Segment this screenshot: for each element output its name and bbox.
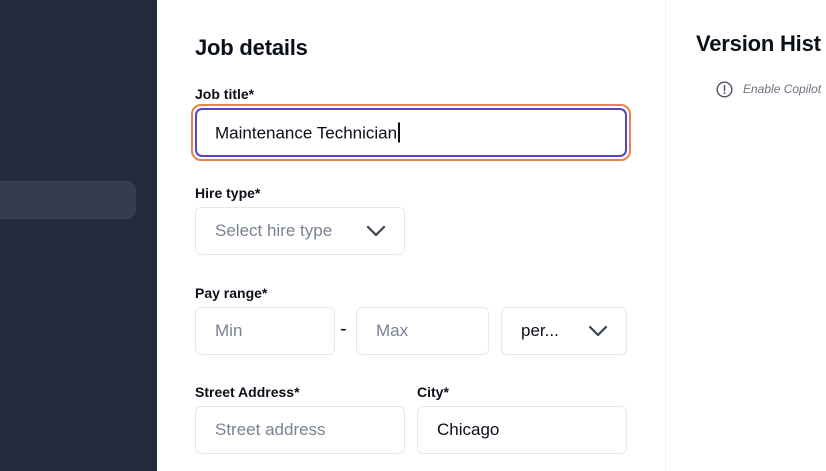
street-address-placeholder: Street address	[215, 420, 326, 439]
hire-type-placeholder: Select hire type	[215, 221, 333, 240]
job-title-input[interactable]: Maintenance Technician	[195, 108, 627, 157]
pay-min-placeholder: Min	[215, 321, 243, 340]
hire-type-select[interactable]: Select hire type	[195, 207, 405, 255]
pay-range-separator: -	[340, 318, 347, 340]
city-label: City*	[417, 384, 449, 400]
street-address-input[interactable]: Street address	[195, 406, 405, 454]
pay-range-label: Pay range*	[195, 285, 268, 301]
panel-divider	[665, 0, 666, 471]
info-circle-icon	[716, 80, 733, 98]
enable-copilot-text: Enable Copilot	[743, 82, 822, 96]
version-history-title: Version Hist	[696, 31, 821, 56]
job-title-value: Maintenance Technician	[215, 122, 400, 143]
pay-period-select[interactable]: per...	[501, 307, 627, 355]
hire-type-label: Hire type*	[195, 185, 261, 201]
chevron-down-icon	[588, 325, 608, 337]
city-input[interactable]: Chicago	[417, 406, 627, 454]
pay-min-input[interactable]: Min	[195, 307, 335, 355]
city-value: Chicago	[437, 420, 500, 439]
sidebar-item-active[interactable]	[0, 181, 136, 219]
pay-period-value: per...	[521, 321, 559, 340]
chevron-down-icon	[366, 225, 386, 237]
text-caret	[398, 122, 400, 142]
pay-max-input[interactable]: Max	[356, 307, 489, 355]
sidebar	[0, 0, 157, 471]
pay-max-placeholder: Max	[376, 321, 409, 340]
enable-copilot-notice: Enable Copilot	[716, 80, 821, 98]
page-title: Job details	[195, 35, 308, 60]
job-title-label: Job title*	[195, 86, 255, 102]
street-address-label: Street Address*	[195, 384, 300, 400]
